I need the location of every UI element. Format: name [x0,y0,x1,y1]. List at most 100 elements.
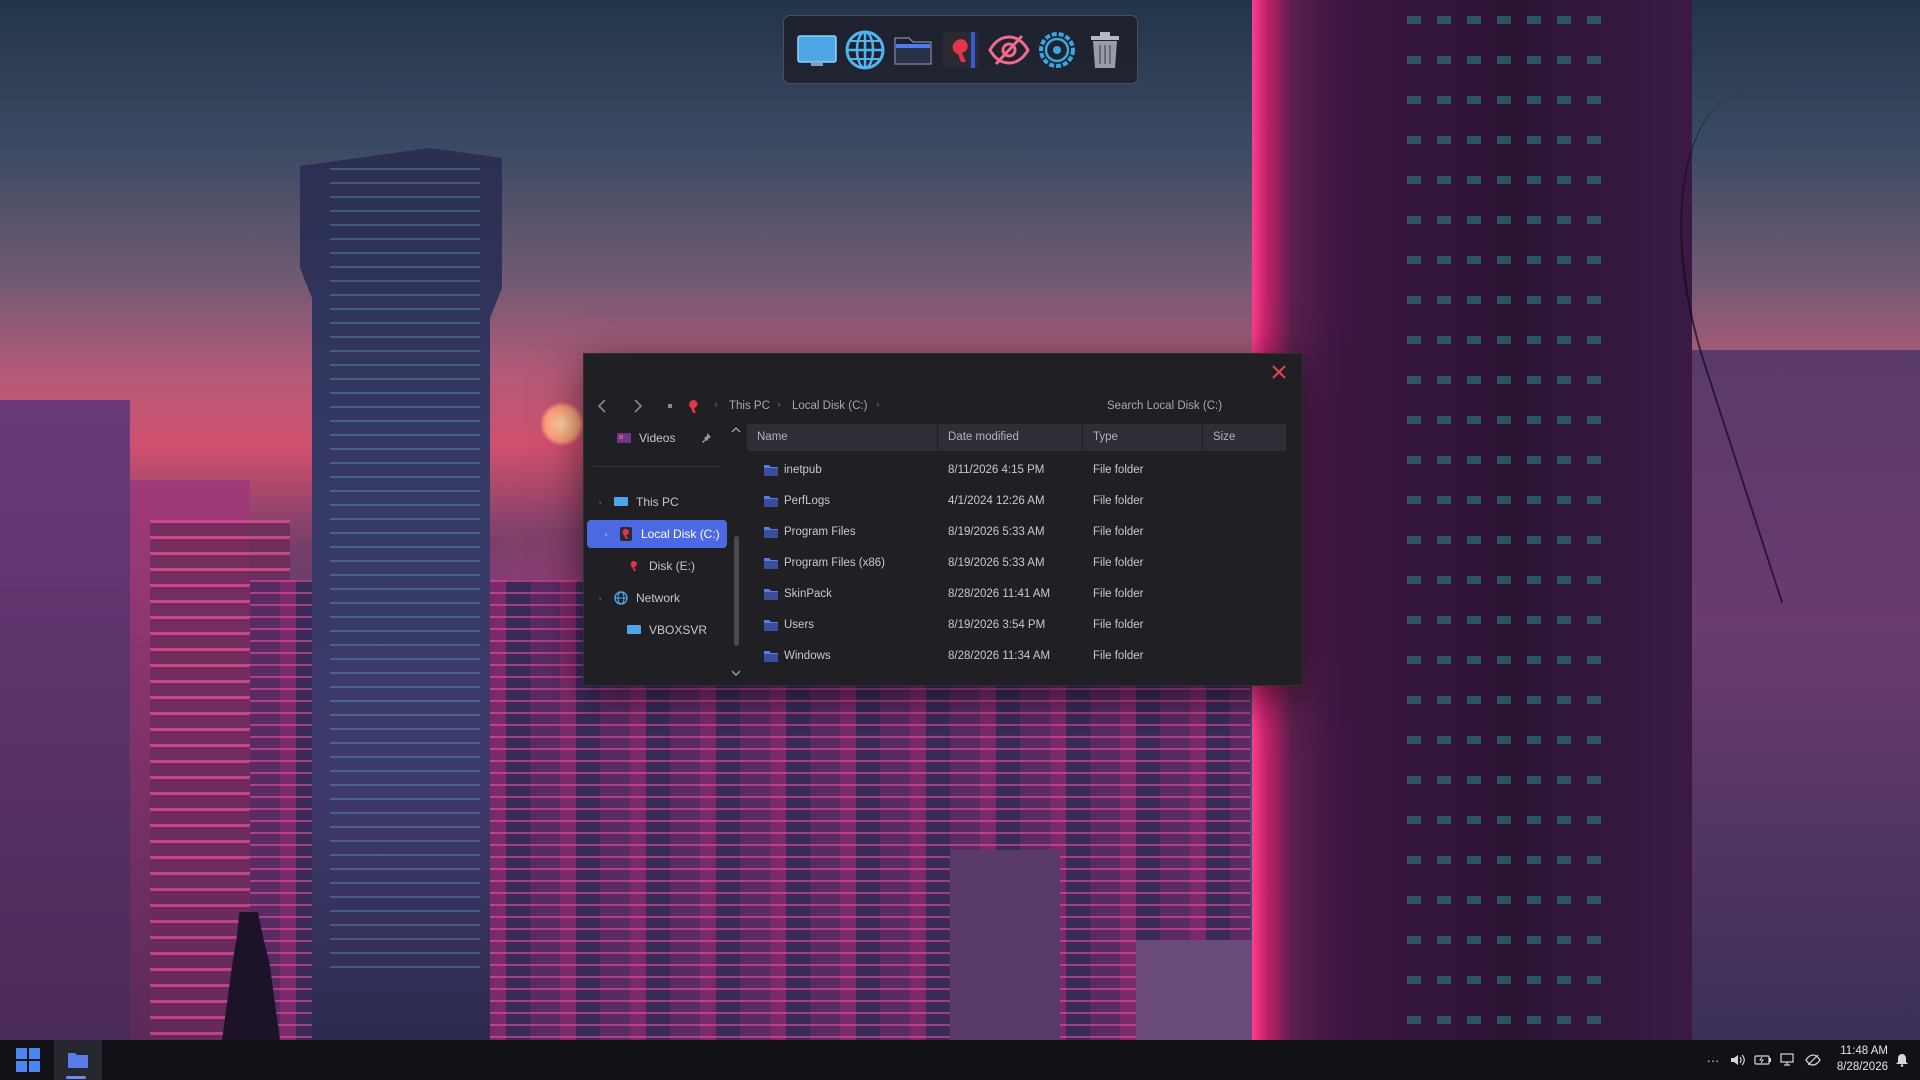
nav-item-vboxsvr[interactable]: VBOXSVR [626,616,726,644]
folder-icon [764,496,778,507]
skyscraper-right [1252,0,1692,1040]
folder-icon [68,1053,88,1068]
column-header-size[interactable]: Size [1203,424,1287,451]
brand-q-icon [942,31,979,68]
breadcrumb-separator: › [777,399,781,411]
table-row[interactable]: inetpub 8/11/2026 4:15 PM File folder [747,455,1287,485]
skyscraper-left [300,148,502,1040]
file-date: 8/19/2026 5:33 AM [948,557,1045,569]
file-name-cell: SkinPack [763,579,832,609]
column-header-date[interactable]: Date modified [938,424,1083,451]
location-drive-icon-button[interactable] [686,398,702,414]
nav-item-videos[interactable]: Videos [616,424,726,452]
close-icon [1272,365,1286,379]
chevron-up-icon[interactable] [731,426,741,434]
nav-item-network[interactable]: › Network [594,584,724,612]
file-type: File folder [1093,557,1144,569]
windows-icon [16,1048,40,1072]
nav-item-label: VBOXSVR [649,623,708,637]
system-clock[interactable]: 11:48 AM 8/28/2026 [1818,1043,1888,1077]
file-date: 8/19/2026 5:33 AM [948,526,1045,538]
forward-button[interactable] [630,398,646,414]
file-name-cell: Windows [763,641,831,671]
search-input[interactable]: Search Local Disk (C:) [1099,393,1287,419]
globe-icon [613,590,629,606]
pin-icon[interactable] [698,430,714,446]
file-type: File folder [1093,495,1144,507]
nav-item-local-disk[interactable]: › Local Disk (C:) [587,520,727,548]
file-name: Windows [784,650,831,662]
setting-sun [540,402,584,446]
taskbar: ··· 11:48 AM 8/28/2026 [0,1040,1920,1080]
network-drive-icon [626,622,642,638]
file-name-cell: PerfLogs [763,486,830,516]
network-status-icon[interactable] [1778,1050,1798,1070]
building-lower-right [1136,940,1252,1040]
nav-scrollbar[interactable] [730,424,742,685]
start-button[interactable] [4,1040,52,1080]
trash-icon [1090,31,1119,68]
monitor-icon [613,494,629,510]
file-date: 8/19/2026 3:54 PM [948,619,1046,631]
close-button[interactable] [1266,360,1292,384]
folder-icon [764,465,778,476]
file-type: File folder [1093,588,1144,600]
dock-item-browser[interactable] [843,25,887,75]
volume-icon[interactable] [1728,1050,1748,1070]
file-type: File folder [1093,526,1144,538]
chevron-down-icon[interactable] [731,669,741,677]
app-dock [783,15,1138,84]
table-row[interactable]: Users 8/19/2026 3:54 PM File folder [747,610,1287,640]
table-row[interactable]: SkinPack 8/28/2026 11:41 AM File folder [747,579,1287,609]
chevron-right-icon [634,399,643,413]
notification-bell-icon[interactable] [1892,1050,1912,1070]
folder-icon [764,558,778,569]
file-type: File folder [1093,650,1144,662]
folder-icon [764,651,778,662]
table-row[interactable]: Windows 8/28/2026 11:34 AM File folder [747,641,1287,671]
building-left-1 [0,400,130,1040]
address-toolbar: › This PC › Local Disk (C:) › Search Loc… [584,390,1302,424]
file-name: inetpub [784,464,822,476]
file-name: SkinPack [784,588,832,600]
table-row[interactable]: PerfLogs 4/1/2024 12:26 AM File folder [747,486,1287,516]
file-date: 4/1/2024 12:26 AM [948,495,1045,507]
table-row[interactable]: Program Files (x86) 8/19/2026 5:33 AM File… [747,548,1287,578]
dock-item-viewer[interactable] [987,25,1031,75]
back-button[interactable] [594,398,610,414]
dock-item-desktop[interactable] [795,25,839,75]
nav-item-disk-e[interactable]: Disk (E:) [626,552,726,580]
scroll-thumb[interactable] [734,536,739,646]
dock-item-app[interactable] [939,25,983,75]
battery-icon[interactable] [1753,1050,1773,1070]
dock-item-trash[interactable] [1083,25,1127,75]
dock-item-settings[interactable] [1035,25,1079,75]
active-app-indicator [66,1076,86,1079]
chevron-right-icon[interactable]: › [594,494,606,510]
taskbar-file-explorer[interactable] [54,1040,102,1080]
file-name-cell: Users [763,610,814,640]
column-header-type[interactable]: Type [1083,424,1203,451]
breadcrumb-local-disk[interactable]: Local Disk (C:) [792,400,867,412]
clock-time: 11:48 AM [1840,1045,1888,1057]
column-header-name[interactable]: Name [747,424,938,451]
breadcrumb-separator: › [876,399,880,411]
globe-icon [845,30,884,69]
nav-item-this-pc[interactable]: › This PC [594,488,724,516]
chevron-right-icon[interactable]: › [601,526,611,542]
brand-q-icon [618,526,634,542]
breadcrumb-this-pc[interactable]: This PC [729,400,770,412]
nav-item-label: Disk (E:) [649,559,695,573]
file-name-cell: Program Files (x86) [763,548,885,578]
nav-item-label: Network [636,591,681,605]
dock-item-files[interactable] [891,25,935,75]
nav-item-label: This PC [636,495,679,509]
file-name-cell: inetpub [763,455,822,485]
recent-locations-button[interactable] [662,398,678,414]
file-date: 8/11/2026 4:15 PM [948,464,1045,476]
chevron-right-icon[interactable]: › [594,590,606,606]
tray-overflow-button[interactable]: ··· [1703,1050,1723,1070]
monitor-icon [796,34,837,66]
file-type: File folder [1093,464,1144,476]
table-row[interactable]: Program Files 8/19/2026 5:33 AM File folde… [747,517,1287,547]
